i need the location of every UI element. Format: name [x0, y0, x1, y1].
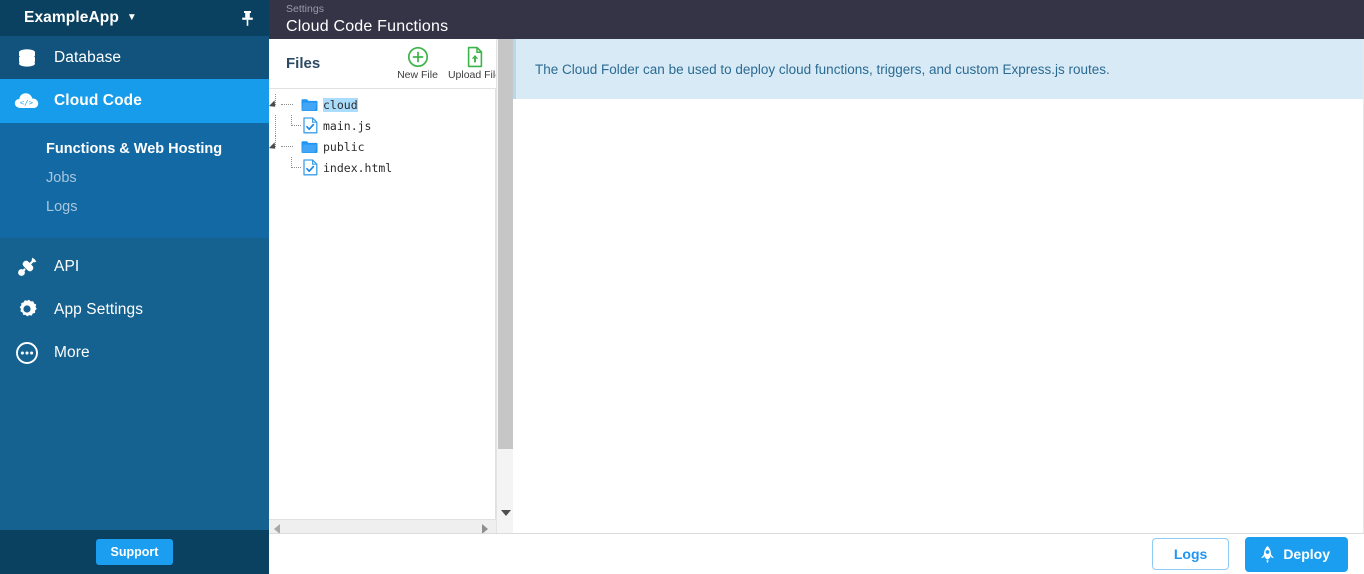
info-banner: The Cloud Folder can be used to deploy c…: [513, 39, 1364, 99]
tree-guide-col: [269, 115, 283, 136]
sidebar-subitem-jobs[interactable]: Jobs: [0, 164, 269, 193]
app-name[interactable]: ExampleApp: [24, 9, 119, 27]
tree-node-folder[interactable]: public: [269, 136, 495, 157]
api-plug-icon: [8, 255, 46, 279]
deploy-label: Deploy: [1283, 546, 1330, 562]
sidebar-item-more[interactable]: More: [0, 331, 269, 374]
sidebar-item-label: API: [54, 257, 80, 275]
sidebar-item-api[interactable]: API: [0, 245, 269, 288]
sidebar-item-label: Cloud Code: [54, 92, 142, 109]
support-bar: Support: [0, 530, 269, 574]
deploy-button[interactable]: Deploy: [1245, 536, 1348, 572]
new-file-label: New File: [397, 69, 438, 81]
sidebar-item-cloud-code[interactable]: </> Cloud Code: [0, 79, 269, 123]
tree-guide: [291, 125, 301, 126]
sidebar: ExampleApp ▼ Database </> Cloud Code Fun…: [0, 0, 269, 574]
chevron-down-icon[interactable]: ▼: [127, 13, 137, 23]
gear-icon: [8, 298, 46, 322]
svg-text:</>: </>: [20, 98, 34, 107]
page-title: Cloud Code Functions: [286, 18, 449, 35]
app-header: ExampleApp ▼: [0, 0, 269, 36]
upload-file-icon: [467, 46, 482, 68]
sidebar-item-label: Database: [54, 48, 122, 66]
tree-node-file[interactable]: index.html: [269, 157, 495, 178]
cloud-code-submenu: Functions & Web Hosting Jobs Logs: [0, 123, 269, 238]
tree-guide: [275, 115, 276, 136]
sidebar-subitem-logs[interactable]: Logs: [0, 193, 269, 222]
tree-indent: [283, 157, 301, 178]
tree-node-file[interactable]: main.js: [269, 115, 495, 136]
tree-guide: [291, 167, 301, 168]
ellipsis-circle-icon: [8, 341, 46, 365]
sidebar-subitem-functions-web-hosting[interactable]: Functions & Web Hosting: [0, 135, 269, 164]
scroll-down-arrow-icon[interactable]: [501, 510, 511, 516]
upload-file-button[interactable]: Upload File: [446, 46, 503, 81]
tree-guide: [281, 104, 293, 105]
content-area: The Cloud Folder can be used to deploy c…: [513, 39, 1364, 533]
file-icon: [303, 159, 318, 176]
files-heading: Files: [286, 55, 321, 72]
sidebar-item-database[interactable]: Database: [0, 36, 269, 79]
tree-connector: [281, 94, 301, 115]
scroll-right-arrow-icon[interactable]: [482, 524, 488, 533]
new-file-button[interactable]: New File: [389, 46, 446, 81]
scroll-left-arrow-icon[interactable]: [274, 524, 280, 533]
sidebar-item-label: App Settings: [54, 300, 144, 318]
breadcrumb: Settings: [286, 3, 324, 15]
tree-node-folder[interactable]: cloud: [269, 94, 495, 115]
tree-guide-col: [269, 157, 283, 178]
pin-button[interactable]: [240, 10, 255, 27]
support-button[interactable]: Support: [95, 539, 174, 565]
triangle-expanded-icon: [269, 100, 279, 110]
files-actions: New File Upload File: [389, 46, 512, 81]
bottom-action-bar: Logs Deploy: [269, 533, 1364, 574]
tree-guide: [281, 146, 293, 147]
folder-icon: [301, 140, 318, 153]
upload-file-label: Upload File: [447, 69, 502, 81]
tree-node-label: public: [323, 139, 365, 154]
database-icon: [8, 47, 46, 69]
folder-icon: [301, 98, 318, 111]
tree-node-label: cloud: [323, 97, 358, 112]
rocket-icon: [1261, 545, 1275, 563]
cloud-code-icon: </>: [8, 91, 46, 111]
panel-vertical-scrollbar[interactable]: [496, 39, 513, 533]
tree-indent: [283, 115, 301, 136]
sidebar-item-app-settings[interactable]: App Settings: [0, 288, 269, 331]
pushpin-icon: [242, 10, 253, 26]
titlebar: Settings Cloud Code Functions: [269, 0, 1364, 39]
tree-node-label: main.js: [323, 118, 372, 133]
tree-horizontal-scrollbar[interactable]: [269, 519, 512, 533]
triangle-expanded-icon: [269, 142, 279, 152]
tree-connector: [281, 136, 301, 157]
cloud-code-functions-page: ExampleApp ▼ Database </> Cloud Code Fun…: [0, 0, 1364, 574]
files-panel-header: Files New File Upload File: [269, 39, 512, 89]
files-panel: Files New File Upload File cloud main.js…: [269, 39, 513, 533]
logs-button[interactable]: Logs: [1151, 538, 1230, 570]
plus-circle-icon: [407, 46, 428, 68]
scrollbar-thumb[interactable]: [498, 39, 513, 449]
sidebar-item-label: More: [54, 343, 90, 361]
file-tree[interactable]: cloud main.js public index.html: [269, 89, 495, 519]
file-icon: [303, 117, 318, 134]
info-banner-text: The Cloud Folder can be used to deploy c…: [535, 61, 1110, 77]
tree-node-label: index.html: [323, 160, 393, 175]
